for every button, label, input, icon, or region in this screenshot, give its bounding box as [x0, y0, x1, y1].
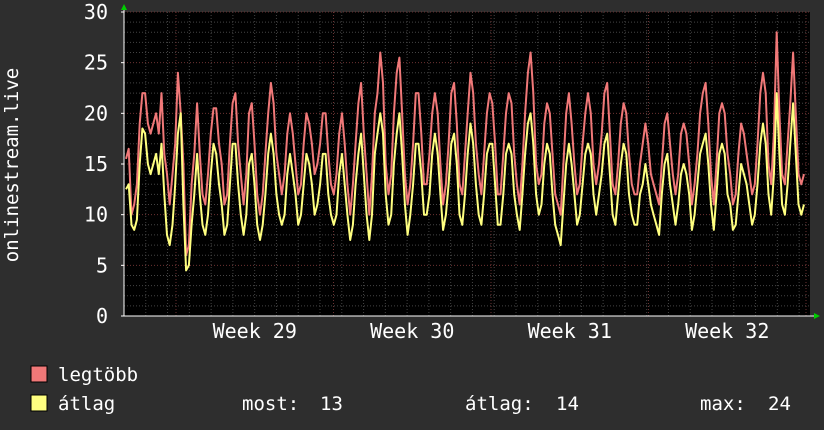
y-axis-label: onlinestream.live: [1, 68, 23, 262]
legend-swatch-legtobb: [30, 365, 48, 383]
stat-most-value: 13: [320, 393, 343, 415]
stat-most-label: most:: [242, 393, 299, 415]
y-tick-label: 0: [96, 304, 108, 328]
chart-root: 0 5 10 15 20 25 30 Week 29 Week 30 Week 31 Week 32…: [1, 0, 820, 415]
x-tick-label: Week 30: [370, 319, 454, 343]
y-tick-label: 25: [84, 51, 108, 75]
legend-item-legtobb: legtöbb: [30, 364, 138, 386]
y-tick-label: 30: [84, 0, 108, 24]
legend-label-legtobb: legtöbb: [58, 364, 138, 386]
stat-max-label: max:: [700, 393, 746, 415]
y-axis-arrow: [121, 4, 127, 10]
legend-swatch-atlag: [30, 394, 48, 412]
stat-avg-label: átlag:: [465, 393, 534, 415]
y-tick-label: 10: [84, 203, 108, 227]
x-axis-arrow: [814, 313, 820, 319]
stat-max-value: 24: [768, 393, 791, 415]
x-tick-label: Week 29: [213, 319, 297, 343]
x-tick-label: Week 31: [528, 319, 612, 343]
x-tick-label: Week 32: [685, 319, 769, 343]
legend-item-atlag: átlag: [30, 393, 115, 415]
stat-avg-value: 14: [556, 393, 579, 415]
y-tick-label: 20: [84, 101, 108, 125]
legend-label-atlag: átlag: [58, 393, 115, 415]
y-tick-label: 15: [84, 152, 108, 176]
y-tick-label: 5: [96, 253, 108, 277]
